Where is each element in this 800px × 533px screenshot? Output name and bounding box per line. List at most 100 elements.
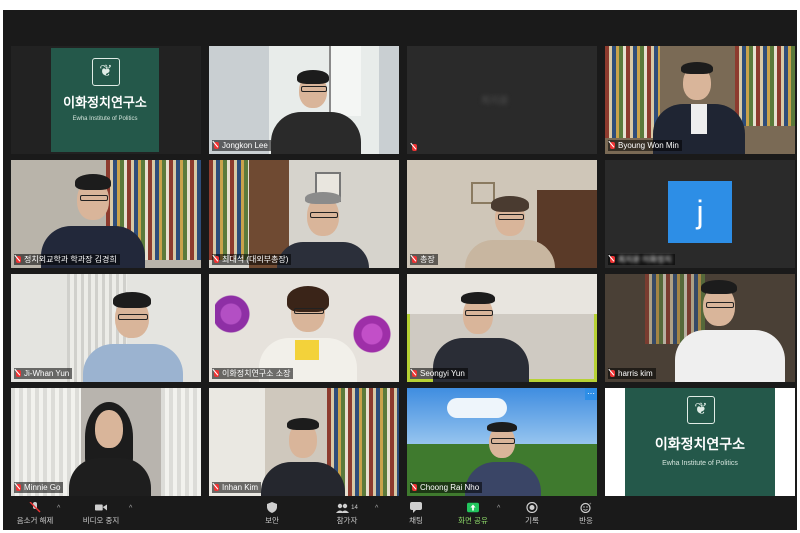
participant-body: [69, 458, 151, 496]
video-options-caret[interactable]: ^: [129, 505, 132, 512]
name-label: Ji-Whan Yun: [14, 368, 73, 379]
participant-hair: [305, 192, 341, 204]
participant-tile-harris-kim[interactable]: harris kim: [605, 274, 795, 382]
participant-tile-logo[interactable]: ❦ 이화정치연구소 Ewha Institute of Politics: [11, 46, 201, 154]
ewha-emblem-icon: ❦: [92, 58, 120, 86]
stop-video-button[interactable]: 비디오 중지: [73, 502, 129, 526]
name-label: Minnie Go: [14, 482, 64, 493]
mic-muted-icon: [412, 144, 417, 151]
gallery-grid: ❦ 이화정치연구소 Ewha Institute of Politics Jon…: [11, 46, 795, 499]
window-blinds: [161, 388, 201, 496]
orchid-flowers: [349, 314, 395, 364]
name-label: Byoung Won Min: [608, 140, 682, 151]
name-label: Jongkon Lee: [212, 140, 271, 151]
name-label: [410, 144, 423, 151]
mic-muted-icon: [214, 142, 219, 149]
mic-muted-icon: [16, 370, 21, 377]
reactions-button[interactable]: + 반응: [571, 502, 601, 526]
participant-tile-jongkon-lee[interactable]: Jongkon Lee: [209, 46, 399, 154]
participants-label: 참가자: [336, 516, 358, 525]
participant-tile-logo-framed[interactable]: ❦ 이화정치연구소 Ewha Institute of Politics: [605, 388, 795, 496]
mic-off-icon: [29, 502, 41, 513]
participant-tile-seongyi-yun[interactable]: Seongyi Yun: [407, 274, 597, 382]
name-label: 이화정치연구소 소장: [212, 368, 294, 379]
bookshelf: [605, 46, 660, 138]
logo-title: 이화정치연구소: [63, 95, 147, 110]
video-camera-icon: [95, 504, 107, 511]
mic-muted-icon: [610, 142, 615, 149]
participant-hair: [297, 70, 329, 84]
bookshelf: [735, 46, 795, 126]
participant-body: [261, 462, 345, 496]
glasses: [498, 214, 524, 220]
share-screen-icon: [467, 502, 479, 513]
participant-hair: [287, 418, 319, 430]
participants-button[interactable]: 14 참가자: [327, 502, 367, 526]
mic-muted-icon: [610, 370, 615, 377]
mic-muted-icon: [610, 256, 615, 263]
window: [329, 46, 361, 116]
chat-bubble-icon: [410, 502, 422, 513]
participant-body: [465, 240, 555, 268]
logo-subtitle: Ewha Institute of Politics: [72, 116, 138, 122]
security-button[interactable]: 보안: [257, 502, 287, 526]
participants-options-caret[interactable]: ^: [375, 505, 378, 512]
participant-tile-minnie-go[interactable]: Minnie Go: [11, 388, 201, 496]
logo-title: 이화정치연구소: [654, 436, 746, 452]
participant-body: [83, 344, 183, 382]
participant-hair: [681, 62, 713, 74]
participant-tile-kim-kyunghee[interactable]: 정치외교학과 학과장 김경희: [11, 160, 201, 268]
mic-muted-icon: [214, 370, 219, 377]
participant-tile-institute-director[interactable]: 이화정치연구소 소장: [209, 274, 399, 382]
people-icon: [336, 503, 350, 513]
cloud: [447, 398, 507, 418]
name-label: 최지윤 이화정치: [608, 254, 675, 265]
mic-muted-icon: [214, 484, 219, 491]
participant-tile-byoung-won-min[interactable]: Byoung Won Min: [605, 46, 795, 154]
glasses: [706, 302, 734, 308]
participant-body: [675, 330, 785, 382]
unmute-button[interactable]: 음소거 해제: [11, 502, 59, 526]
unmute-label: 음소거 해제: [16, 516, 54, 525]
participant-hair: [487, 422, 517, 432]
logo-panel: ❦ 이화정치연구소 Ewha Institute of Politics: [51, 48, 159, 152]
mic-muted-icon: [214, 256, 219, 263]
stop-video-label: 비디오 중지: [82, 516, 120, 525]
mic-muted-icon: [412, 370, 417, 377]
yellow-top: [295, 340, 319, 360]
svg-text:+: +: [589, 502, 592, 506]
participant-tile-choi-daeseok[interactable]: 최대석 (대외부총장): [209, 160, 399, 268]
share-screen-button[interactable]: 화면 공유: [451, 502, 495, 526]
participant-tile-avatar-j[interactable]: j 최지윤 이화정치: [605, 160, 795, 268]
zoom-meeting-window: ❦ 이화정치연구소 Ewha Institute of Politics Jon…: [3, 10, 797, 530]
participant-tile-president[interactable]: 총장: [407, 160, 597, 268]
chat-button[interactable]: 채팅: [401, 502, 431, 526]
mic-muted-icon: [16, 484, 21, 491]
reactions-label: 반응: [579, 516, 593, 525]
participant-hair: [75, 174, 111, 190]
name-label: Inhan Kim: [212, 482, 262, 493]
more-options-icon[interactable]: ⋯: [585, 388, 597, 400]
name-label: 총장: [410, 254, 438, 265]
glasses: [310, 212, 338, 218]
glasses: [80, 195, 108, 201]
participant-hair: [461, 292, 495, 304]
ewha-emblem-icon: ❦: [687, 396, 715, 424]
participant-tile-ji-whan-yun[interactable]: Ji-Whan Yun: [11, 274, 201, 382]
glasses: [465, 310, 493, 316]
ceiling: [407, 274, 597, 314]
record-button[interactable]: 기록: [517, 502, 547, 526]
participant-tile-blank[interactable]: 최지윤: [407, 46, 597, 154]
blurred-name: 최지윤: [481, 96, 509, 107]
audio-options-caret[interactable]: ^: [57, 505, 60, 512]
share-options-caret[interactable]: ^: [497, 505, 500, 512]
participant-tile-choong-rai-nho[interactable]: ⋯ Choong Rai Nho: [407, 388, 597, 496]
name-label: Seongyi Yun: [410, 368, 468, 379]
glasses: [301, 86, 327, 92]
name-label: 정치외교학과 학과장 김경희: [14, 254, 120, 265]
participant-tile-inhan-kim[interactable]: Inhan Kim: [209, 388, 399, 496]
participant-body: [271, 112, 361, 154]
glasses: [118, 314, 148, 320]
participants-count: 14: [351, 504, 358, 511]
share-screen-label: 화면 공유: [458, 516, 488, 525]
